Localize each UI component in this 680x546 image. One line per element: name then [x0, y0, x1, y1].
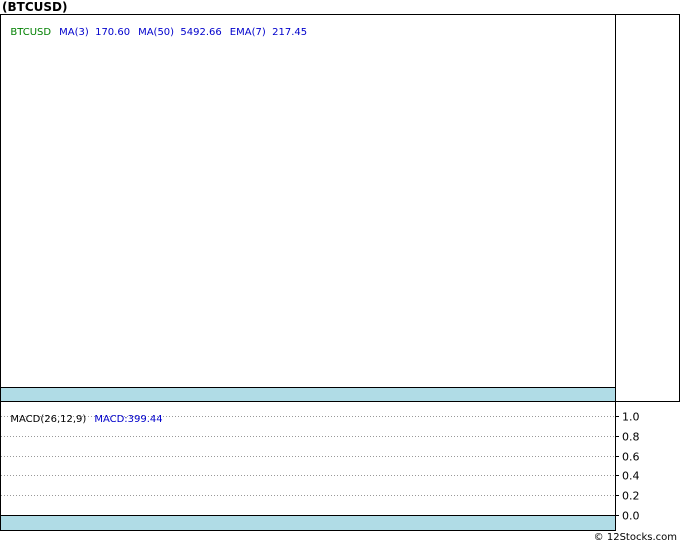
- macd-legend: MACD(26,12,9) MACD:399.44: [4, 403, 171, 425]
- macd-tick-label: 0.0: [622, 510, 640, 523]
- macd-legend-name: MACD(26,12,9): [10, 414, 87, 425]
- macd-axis-svg: 1.0 0.8 0.6 0.4 0.2 0.0: [1, 411, 640, 523]
- macd-tick-label: 0.8: [622, 431, 640, 444]
- macd-tick-label: 1.0: [622, 411, 640, 424]
- macd-tick-label: 0.4: [622, 470, 640, 483]
- macd-tick-label: 0.2: [622, 490, 640, 503]
- macd-bottom-band: [0, 515, 616, 531]
- footer-copyright: © 12Stocks.com: [593, 532, 677, 543]
- macd-legend-value: MACD:399.44: [94, 414, 163, 425]
- macd-tick-label: 0.6: [622, 451, 640, 464]
